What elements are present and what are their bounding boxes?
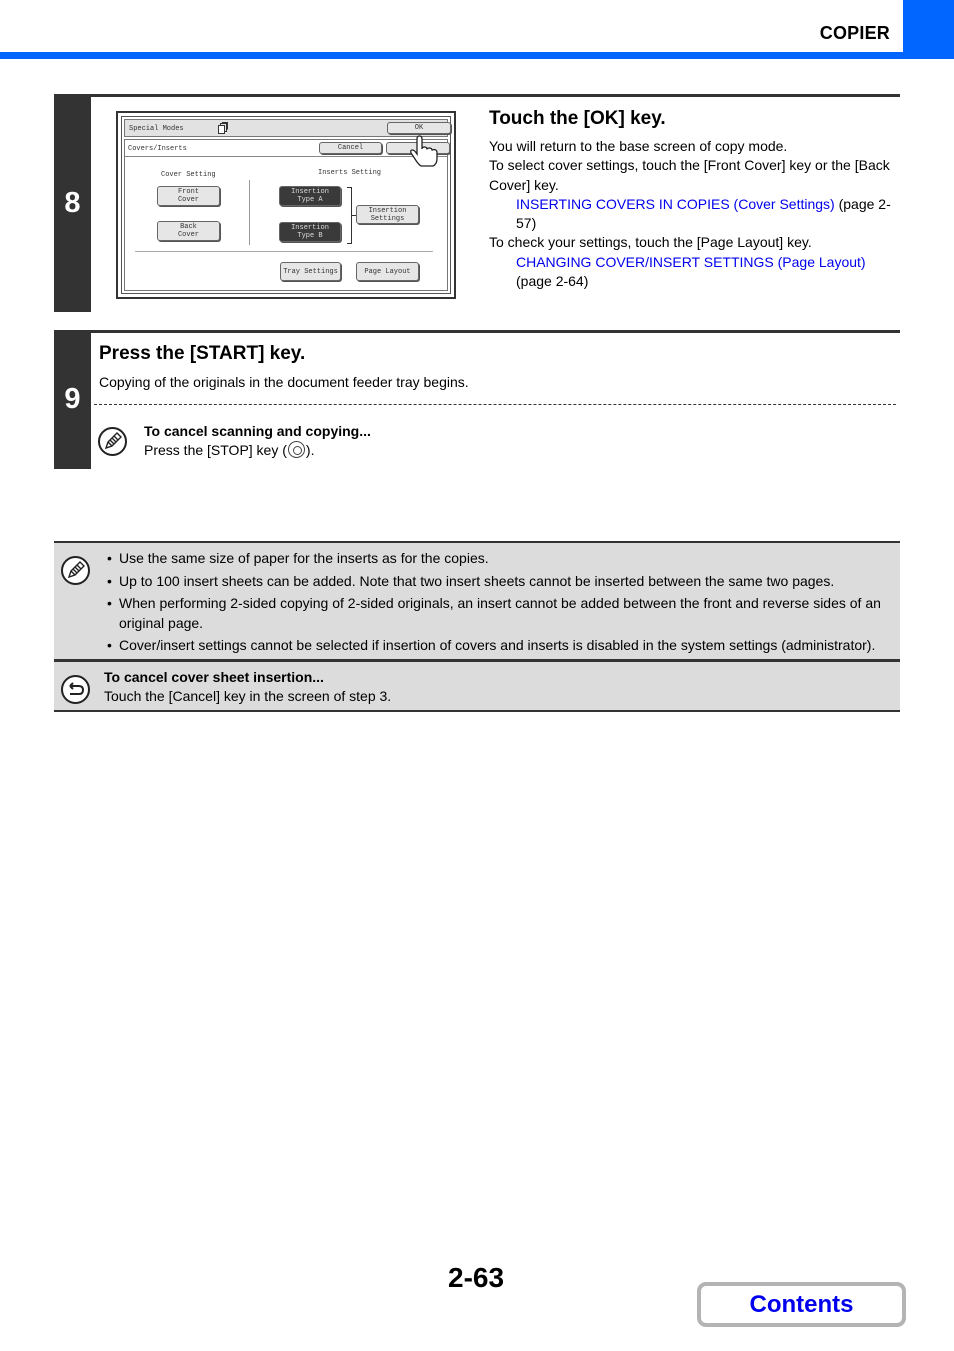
tip: To cancel scanning and copying... Press … [144, 422, 371, 461]
paragraph: To select cover settings, touch the [Fro… [489, 157, 890, 193]
step-number: 8 [54, 94, 91, 312]
note-item: When performing 2-sided copying of 2-sid… [107, 594, 898, 633]
tip-title: To cancel cover sheet insertion... [104, 669, 324, 685]
header-rule [0, 52, 954, 59]
paragraph: You will return to the base screen of co… [489, 138, 788, 154]
special-modes-label: Special Modes [129, 125, 184, 133]
step-title: Touch the [OK] key. [489, 108, 666, 129]
tray-settings-button[interactable]: Tray Settings [280, 262, 341, 281]
tip-title: To cancel scanning and copying... [144, 423, 371, 439]
section-title: COPIER [819, 23, 890, 43]
notes-list: Use the same size of paper for the inser… [107, 549, 898, 659]
paragraph: To check your settings, touch the [Page … [489, 234, 812, 251]
reference: CHANGING COVER/INSERT SETTINGS (Page Lay… [516, 253, 866, 290]
back-cover-button[interactable]: Back Cover [157, 221, 220, 241]
note-item: Cover/insert settings cannot be selected… [107, 636, 898, 656]
tip-text: Press the [STOP] key (). [144, 441, 315, 459]
stop-key-icon [287, 441, 305, 459]
page-number: 2-63 [448, 1262, 505, 1293]
inserts-setting-label: Inserts Setting [318, 169, 382, 177]
step-8: 8 Special Modes OK Covers/Inserts Cancel… [54, 94, 900, 312]
contents-button[interactable]: Contents [697, 1282, 906, 1327]
pencil-icon [61, 556, 90, 585]
link-cover-settings[interactable]: INSERTING COVERS IN COPIES (Cover Settin… [516, 196, 835, 212]
insertion-type-a-button[interactable]: Insertion Type A [279, 186, 341, 206]
note-item: Up to 100 insert sheets can be added. No… [107, 572, 898, 592]
step-9: 9 Press the [START] key. Copying of the … [54, 330, 900, 469]
copy-icon [218, 122, 228, 134]
pencil-icon [98, 427, 127, 456]
ok-button[interactable]: OK [387, 122, 451, 134]
note-item: Use the same size of paper for the inser… [107, 549, 898, 569]
tip: To cancel cover sheet insertion... Touch… [104, 668, 391, 707]
reference: INSERTING COVERS IN COPIES (Cover Settin… [516, 195, 891, 232]
front-cover-button[interactable]: Front Cover [157, 186, 220, 206]
page-layout-button[interactable]: Page Layout [356, 262, 419, 281]
header-tab [903, 0, 954, 59]
divider [249, 180, 250, 245]
special-modes-bar: Special Modes OK [124, 119, 451, 137]
divider [135, 251, 433, 252]
link-page-layout[interactable]: CHANGING COVER/INSERT SETTINGS (Page Lay… [516, 254, 866, 270]
screen-illustration: Special Modes OK Covers/Inserts Cancel C… [116, 111, 456, 299]
covers-inserts-label: Covers/Inserts [128, 145, 187, 153]
cover-setting-label: Cover Setting [161, 171, 216, 179]
dashed-divider [94, 404, 896, 405]
pointing-hand-icon [410, 135, 438, 167]
paragraph: Copying of the originals in the document… [99, 374, 469, 390]
return-arrow-icon [61, 675, 90, 704]
insertion-settings-button[interactable]: Insertion Settings [356, 205, 419, 224]
insertion-type-b-button[interactable]: Insertion Type B [279, 222, 341, 242]
tip-text: Touch the [Cancel] key in the screen of … [104, 688, 392, 705]
step-title: Press the [START] key. [99, 343, 306, 364]
cancel-button[interactable]: Cancel [319, 142, 382, 154]
covers-inserts-panel: Covers/Inserts Cancel Cover Setting Inse… [124, 139, 450, 291]
step-number: 9 [54, 330, 91, 469]
notes-box: Use the same size of paper for the inser… [54, 541, 900, 659]
step-8-text: Touch the [OK] key. You will return to t… [489, 108, 899, 291]
cancel-note-box: To cancel cover sheet insertion... Touch… [54, 659, 900, 712]
